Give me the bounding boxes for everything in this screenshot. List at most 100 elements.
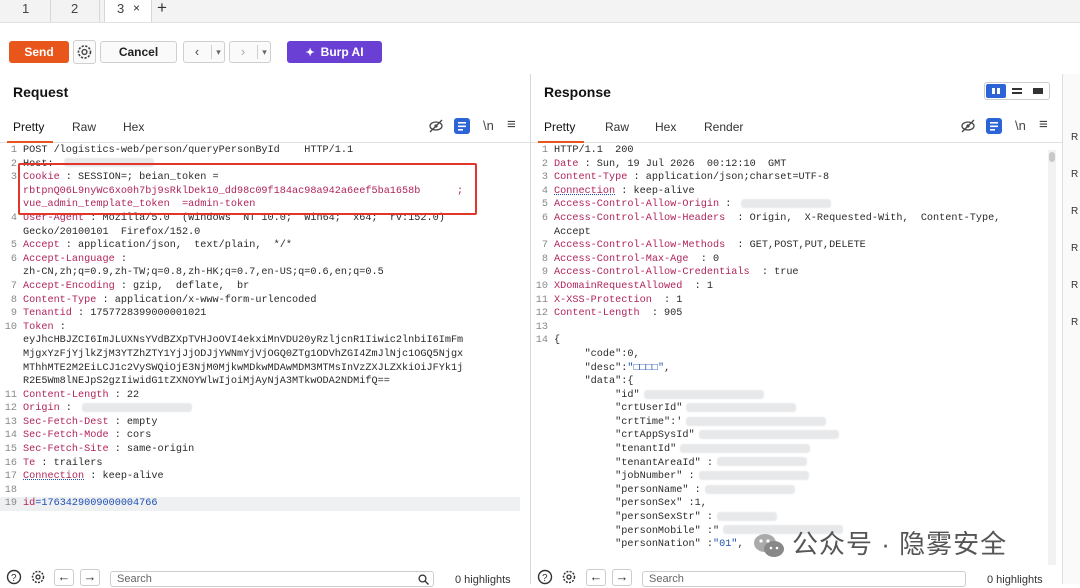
- back-dropdown-icon[interactable]: ▾: [212, 42, 225, 62]
- tab-render[interactable]: Render: [704, 120, 743, 134]
- forward-button[interactable]: ›: [230, 42, 256, 62]
- tab-pretty[interactable]: Pretty: [13, 120, 44, 134]
- request-view-tabs: Pretty Raw Hex \n ≡: [0, 112, 530, 143]
- line-number: 3: [541, 172, 548, 184]
- line-number: 15: [4, 444, 17, 456]
- hide-eye-icon[interactable]: [428, 118, 444, 137]
- header-name: Token: [23, 321, 54, 333]
- repeater-tab-3[interactable]: 3 ×: [104, 0, 152, 22]
- json-key: "personName": [554, 484, 689, 496]
- newline-toggle[interactable]: \n: [483, 118, 494, 133]
- json-key: "id": [554, 389, 640, 401]
- close-icon[interactable]: ×: [133, 0, 140, 16]
- help-icon[interactable]: ?: [537, 569, 553, 588]
- header-name: Connection: [23, 471, 85, 483]
- line-text: Accept-Language :: [23, 253, 127, 267]
- param-name: id: [23, 498, 36, 510]
- response-view-tabs: Pretty Raw Hex Render \n ≡: [531, 112, 1062, 143]
- line-number: 6: [541, 212, 548, 224]
- redacted-value: [741, 199, 832, 209]
- code-line: "personSex" :1,: [531, 497, 1041, 511]
- repeater-tab-2[interactable]: 2: [51, 0, 100, 22]
- search-placeholder: Search: [117, 573, 152, 585]
- line-value: : application/json, text/plain, */*: [59, 240, 293, 252]
- line-value: HTTP/1.1 200: [554, 145, 634, 156]
- code-line: "code":0,: [531, 348, 1041, 362]
- menu-icon[interactable]: ≡: [1039, 116, 1048, 133]
- redacted-value: [698, 430, 839, 440]
- line-value: :": [700, 525, 720, 537]
- code-line: 19 id=1763429009000004766: [0, 497, 520, 512]
- line-text: "personSex" :1,: [554, 497, 707, 511]
- line-number: 8: [10, 294, 17, 306]
- header-name: Accept: [23, 240, 60, 252]
- back-button[interactable]: ‹: [184, 42, 210, 62]
- code-line: 14 Sec-Fetch-Mode : cors: [0, 429, 520, 443]
- gear-icon[interactable]: [30, 569, 46, 588]
- svg-text:?: ?: [542, 573, 548, 584]
- line-text: "data":{: [554, 375, 634, 389]
- hide-eye-icon[interactable]: [960, 118, 976, 137]
- repeater-tab-1[interactable]: 1: [2, 0, 51, 22]
- toolbar: Send Cancel ‹ ▾ › ▾ ✦ Burp AI: [0, 22, 1080, 74]
- line-number: 7: [10, 280, 17, 292]
- settings-button[interactable]: [73, 40, 96, 64]
- code-line: 11 X-XSS-Protection : 1: [531, 294, 1041, 308]
- forward-dropdown-icon[interactable]: ▾: [258, 42, 271, 62]
- json-key: "personNation": [554, 539, 701, 551]
- arrow-right-icon[interactable]: →: [612, 569, 632, 586]
- request-search-input[interactable]: Search: [110, 571, 434, 587]
- header-name: Sec-Fetch-Mode: [23, 430, 109, 442]
- json-value: "01": [712, 539, 738, 551]
- gear-icon[interactable]: [561, 569, 577, 588]
- send-button[interactable]: Send: [9, 41, 69, 63]
- arrow-right-icon[interactable]: →: [80, 569, 100, 586]
- line-number: 13: [535, 321, 548, 333]
- response-search-input[interactable]: Search: [642, 571, 966, 587]
- code-line: 6 Accept-Language :: [0, 253, 520, 267]
- line-number: 9: [541, 267, 548, 279]
- inspector-sidebar[interactable]: R R R R R R: [1062, 74, 1080, 584]
- line-number: 12: [4, 403, 17, 415]
- tab-pretty[interactable]: Pretty: [544, 120, 575, 134]
- tab-raw[interactable]: Raw: [605, 120, 629, 134]
- header-name: Access-Control-Allow-Credentials: [554, 267, 750, 279]
- newline-toggle[interactable]: \n: [1015, 118, 1026, 133]
- back-nav-group: ‹ ▾: [183, 41, 225, 63]
- response-scrollbar[interactable]: [1048, 150, 1056, 565]
- line-text: eyJhcHBJZCI6ImJLUXNsYVdBZXpTVHJoOVI4ekxi…: [23, 334, 463, 348]
- svg-text:?: ?: [11, 573, 17, 584]
- inspector-item: R: [1071, 243, 1079, 254]
- line-value: : trailers: [35, 457, 103, 469]
- line-text: Access-Control-Allow-Origin :: [554, 198, 832, 212]
- line-text: Origin :: [23, 402, 193, 416]
- wrap-lines-icon[interactable]: [454, 118, 470, 137]
- header-name: X-XSS-Protection: [554, 294, 652, 306]
- add-tab-icon[interactable]: +: [157, 0, 167, 18]
- line-value: : Origin, X-Requested-With, Content-Type…: [725, 212, 1001, 224]
- json-key: "personSexStr": [554, 512, 701, 524]
- line-value: : Sun, 19 Jul 2026 00:12:10 GMT: [578, 158, 787, 170]
- line-value: : gzip, deflate, br: [114, 280, 250, 292]
- help-icon[interactable]: ?: [6, 569, 22, 588]
- tab-hex[interactable]: Hex: [655, 120, 676, 134]
- line-value: :': [670, 416, 683, 428]
- wrap-lines-icon[interactable]: [986, 118, 1002, 137]
- line-text: "personSexStr" :: [554, 511, 777, 525]
- line-text: MThhMTE2M2EiLCJ1c2VySWQiOjE3NjM0MjkwMDkw…: [23, 362, 463, 376]
- response-editor[interactable]: 1 HTTP/1.1 200 2 Date : Sun, 19 Jul 2026 00…: [531, 144, 1041, 584]
- tab-hex[interactable]: Hex: [123, 120, 144, 134]
- code-line: "data":{: [531, 375, 1041, 389]
- line-number: 3: [10, 172, 17, 184]
- arrow-left-icon[interactable]: ←: [586, 569, 606, 586]
- redacted-value: [716, 457, 807, 467]
- menu-icon[interactable]: ≡: [507, 116, 516, 133]
- line-value: : keep-alive: [84, 471, 164, 483]
- line-text: R2E5Wm8lNEJpS2gzIiwidG1tZXNOYWlwIjoiMjAy…: [23, 375, 390, 389]
- line-text: "code":0,: [554, 348, 640, 362]
- burp-ai-button[interactable]: ✦ Burp AI: [287, 41, 382, 63]
- line-value: : 1: [651, 294, 683, 306]
- cancel-button[interactable]: Cancel: [100, 41, 177, 63]
- tab-raw[interactable]: Raw: [72, 120, 96, 134]
- arrow-left-icon[interactable]: ←: [54, 569, 74, 586]
